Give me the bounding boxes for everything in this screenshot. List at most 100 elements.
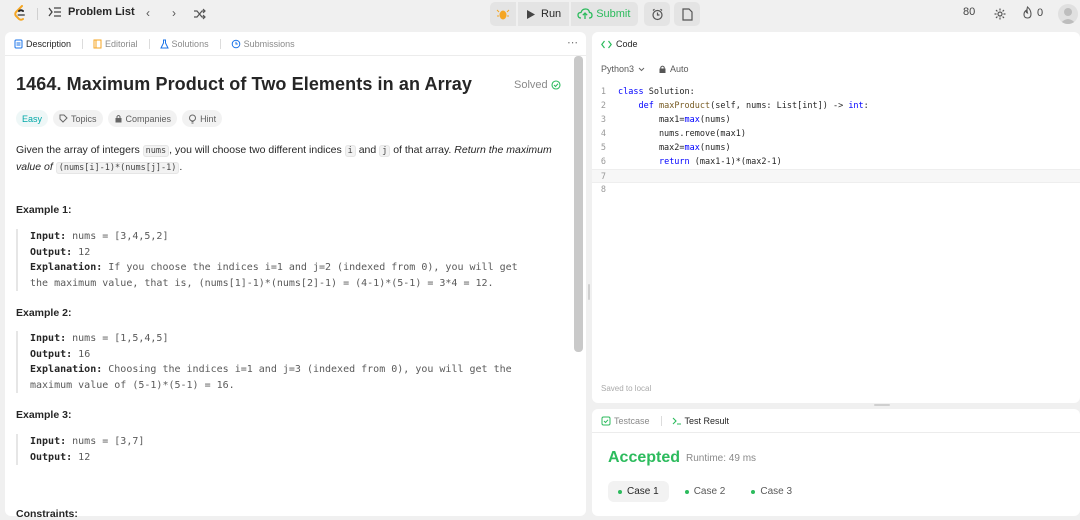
submit-label: Submit <box>596 8 631 20</box>
language-select[interactable]: Python3 <box>601 64 645 74</box>
editor-toolbar: Python3 Auto <box>601 64 689 74</box>
points-display[interactable]: 80 <box>963 6 975 18</box>
input-value: nums = [1,5,4,5] <box>66 333 169 344</box>
mode-label: Auto <box>670 64 689 74</box>
code-panel: Code Python3 Auto 1 class Solution: 2 def… <box>592 32 1080 403</box>
auto-mode-toggle[interactable]: Auto <box>659 64 689 74</box>
code-token: return <box>658 157 690 167</box>
top-bar: Problem List ‹ › Run Submit 80 0 <box>0 0 1080 28</box>
document-icon <box>14 39 23 48</box>
pass-dot <box>618 489 622 494</box>
inline-code: i <box>344 145 356 157</box>
next-problem-icon[interactable]: › <box>167 6 181 20</box>
tag-icon <box>59 114 68 123</box>
code-line: 2 def maxProduct(self, nums: List[int]) … <box>592 99 1080 113</box>
submit-button[interactable]: Submit <box>571 2 639 26</box>
input-value: nums = [3,7] <box>66 436 145 447</box>
result-panel: Testcase Test Result Accepted Runtime: 4… <box>592 409 1080 516</box>
lock-icon <box>659 65 666 73</box>
input-value: nums = [3,4,5,2] <box>66 231 169 242</box>
hint-button[interactable]: Hint <box>182 110 223 127</box>
history-icon <box>231 39 240 48</box>
language-label: Python3 <box>601 64 635 74</box>
example-heading: Example 3: <box>16 409 72 421</box>
tab-solutions[interactable]: Solutions <box>159 38 221 49</box>
input-label: Input: <box>30 333 67 344</box>
run-button[interactable]: Run <box>518 2 570 26</box>
lightbulb-icon <box>189 114 197 123</box>
cloud-upload-icon <box>577 8 593 19</box>
companies-button[interactable]: Companies <box>107 110 178 127</box>
tab-test-result[interactable]: Test Result <box>672 416 729 426</box>
constraints-heading: Constraints: <box>16 508 78 520</box>
explanation-text: the maximum value, that is, (nums[1]-1)*… <box>30 277 494 289</box>
line-number: 3 <box>600 115 606 125</box>
example-block: Input: nums = [3,7] Output: 12 <box>16 434 566 465</box>
run-toolbar: Run Submit <box>490 2 701 26</box>
tab-testcase[interactable]: Testcase <box>601 415 662 426</box>
problem-list-button[interactable]: Problem List <box>48 6 135 18</box>
scrollbar[interactable] <box>574 56 583 352</box>
case-label: Case 2 <box>693 486 726 497</box>
code-tab-label[interactable]: Code <box>616 39 638 49</box>
solved-badge: Solved <box>514 79 561 91</box>
chevron-down-icon <box>638 67 645 71</box>
code-line-current: 7 <box>592 169 1080 183</box>
streak-counter[interactable]: 0 <box>1022 6 1043 19</box>
divider <box>660 415 662 426</box>
desc-text: Given the array of integers <box>16 144 140 156</box>
code-line: 3 max1=max(nums) <box>592 113 1080 127</box>
case-tab[interactable]: Case 3 <box>741 481 802 502</box>
verdict-label: Accepted <box>608 449 681 466</box>
left-tab-bar: Description Editorial Solutions Submissi… <box>5 32 586 56</box>
code-token: max <box>684 143 700 153</box>
code-tab-bar: Code <box>592 32 1080 56</box>
code-token: (self, nums: List[int]) -> <box>710 101 849 111</box>
avatar[interactable] <box>1058 4 1078 24</box>
code-token: (max1-1)*(max2-1) <box>689 157 782 167</box>
tab-label: Submissions <box>243 38 295 49</box>
topics-button[interactable]: Topics <box>53 110 103 127</box>
bug-icon <box>496 9 510 20</box>
prev-problem-icon[interactable]: ‹ <box>141 6 155 20</box>
code-token: (nums) <box>699 115 731 125</box>
input-label: Input: <box>30 231 67 242</box>
input-label: Input: <box>30 436 67 447</box>
line-number: 1 <box>600 87 606 97</box>
output-label: Output: <box>30 246 73 258</box>
checkbox-icon <box>601 416 611 425</box>
tab-submissions[interactable]: Submissions <box>231 39 295 49</box>
tab-label: Solutions <box>171 38 209 49</box>
alarm-clock-icon <box>652 8 663 20</box>
debug-button[interactable] <box>490 2 516 26</box>
code-token: Solution: <box>643 87 695 97</box>
code-editor[interactable]: 1 class Solution: 2 def maxProduct(self, … <box>592 85 1080 197</box>
notes-button[interactable] <box>674 2 701 26</box>
output-label: Output: <box>30 348 73 360</box>
shuffle-icon[interactable] <box>193 8 206 20</box>
code-token: def <box>638 101 654 111</box>
tab-description[interactable]: Description <box>14 38 84 49</box>
play-icon <box>527 9 535 19</box>
vertical-resize-handle[interactable] <box>588 284 590 300</box>
streak-value: 0 <box>1037 6 1044 19</box>
divider <box>37 8 38 20</box>
code-token: maxProduct <box>653 101 711 111</box>
more-options-icon[interactable]: ⋯ <box>567 36 578 49</box>
output-value: 12 <box>72 451 91 463</box>
timer-button[interactable] <box>644 2 671 26</box>
tab-editorial[interactable]: Editorial <box>93 38 150 49</box>
problem-list-label: Problem List <box>68 6 135 18</box>
case-tab[interactable]: Case 2 <box>675 481 736 502</box>
gear-icon[interactable] <box>994 8 1006 20</box>
case-tab[interactable]: Case 1 <box>608 481 669 502</box>
leetcode-logo-icon[interactable] <box>12 5 28 23</box>
explanation-text: Choosing the indices i=1 and j=3 (indexe… <box>102 364 512 375</box>
runtime-label: Runtime: 49 ms <box>686 453 757 464</box>
horizontal-resize-handle[interactable] <box>874 404 890 406</box>
divider <box>82 38 84 49</box>
example-block: Input: nums = [3,4,5,2] Output: 12 Explana… <box>16 229 566 291</box>
code-token: (nums) <box>699 143 731 153</box>
